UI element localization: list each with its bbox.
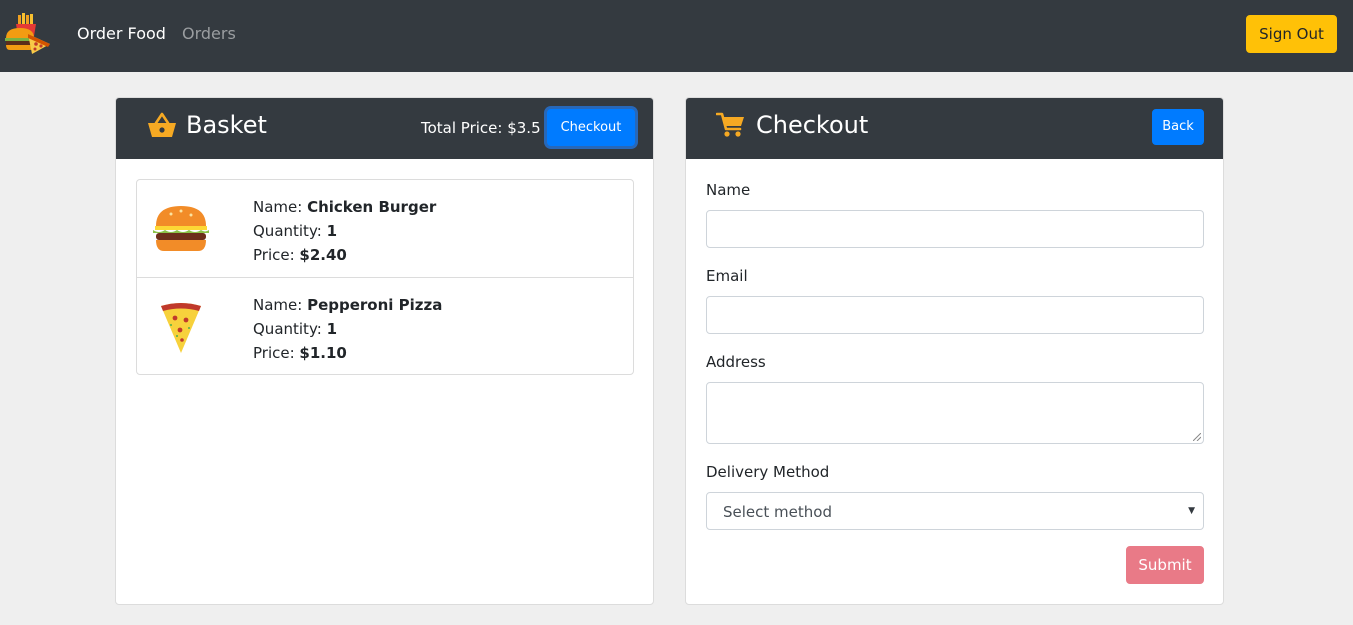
delivery-method-label: Delivery Method — [706, 463, 830, 481]
basket-icon — [148, 112, 176, 137]
nav-link-orders[interactable]: Orders — [182, 24, 236, 44]
delivery-method-selected: Select method — [723, 503, 832, 521]
resize-handle-icon[interactable] — [1193, 433, 1201, 441]
total-price: Total Price: $3.5 — [421, 119, 541, 137]
address-label: Address — [706, 353, 766, 371]
basket-item-chicken-burger: Name: Chicken Burger Quantity: 1 Price: … — [137, 180, 633, 277]
pizza-icon — [161, 303, 201, 353]
item-quantity-label: Quantity: — [253, 222, 327, 240]
name-label: Name — [706, 181, 751, 199]
item-price-label: Price: — [253, 246, 300, 264]
delivery-method-select[interactable]: Select method ▼ — [706, 492, 1204, 530]
email-label: Email — [706, 267, 748, 285]
basket-item-pepperoni-pizza: Name: Pepperoni Pizza Quantity: 1 Price:… — [137, 277, 633, 374]
checkout-title: Checkout — [756, 111, 869, 139]
item-name-label: Name: — [253, 198, 308, 216]
sign-out-button[interactable]: Sign Out — [1246, 15, 1337, 53]
basket-item-list: Name: Chicken Burger Quantity: 1 Price: … — [136, 179, 634, 375]
basket-item-details: Name: Pepperoni Pizza Quantity: 1 Price:… — [253, 293, 442, 365]
back-button[interactable]: Back — [1152, 109, 1204, 145]
name-input[interactable] — [706, 210, 1204, 248]
item-quantity: 1 — [326, 320, 337, 338]
checkout-button[interactable]: Checkout — [547, 109, 635, 146]
item-price: $2.40 — [299, 246, 347, 264]
food-logo-icon[interactable] — [4, 12, 52, 56]
cart-icon — [716, 112, 744, 137]
item-name-label: Name: — [253, 296, 308, 314]
basket-item-details: Name: Chicken Burger Quantity: 1 Price: … — [253, 195, 436, 267]
item-quantity: 1 — [326, 222, 337, 240]
email-input[interactable] — [706, 296, 1204, 334]
basket-card-header: Basket Total Price: $3.5 Checkout — [116, 98, 653, 159]
item-name: Pepperoni Pizza — [307, 296, 443, 314]
address-textarea[interactable] — [706, 382, 1204, 444]
dropdown-arrow-icon: ▼ — [1188, 506, 1195, 516]
top-navbar: Order Food Orders Sign Out — [0, 0, 1353, 72]
basket-card: Basket Total Price: $3.5 Checkout Name: … — [115, 97, 654, 605]
nav-link-order-food[interactable]: Order Food — [77, 24, 166, 44]
checkout-card-header: Checkout Back — [686, 98, 1223, 159]
submit-button[interactable]: Submit — [1126, 546, 1204, 584]
burger-icon — [153, 206, 209, 251]
item-price: $1.10 — [299, 344, 347, 362]
item-name: Chicken Burger — [307, 198, 437, 216]
item-quantity-label: Quantity: — [253, 320, 327, 338]
checkout-card: Checkout Back Name Email Address Deliver… — [685, 97, 1224, 605]
item-price-label: Price: — [253, 344, 300, 362]
basket-title: Basket — [186, 111, 267, 139]
